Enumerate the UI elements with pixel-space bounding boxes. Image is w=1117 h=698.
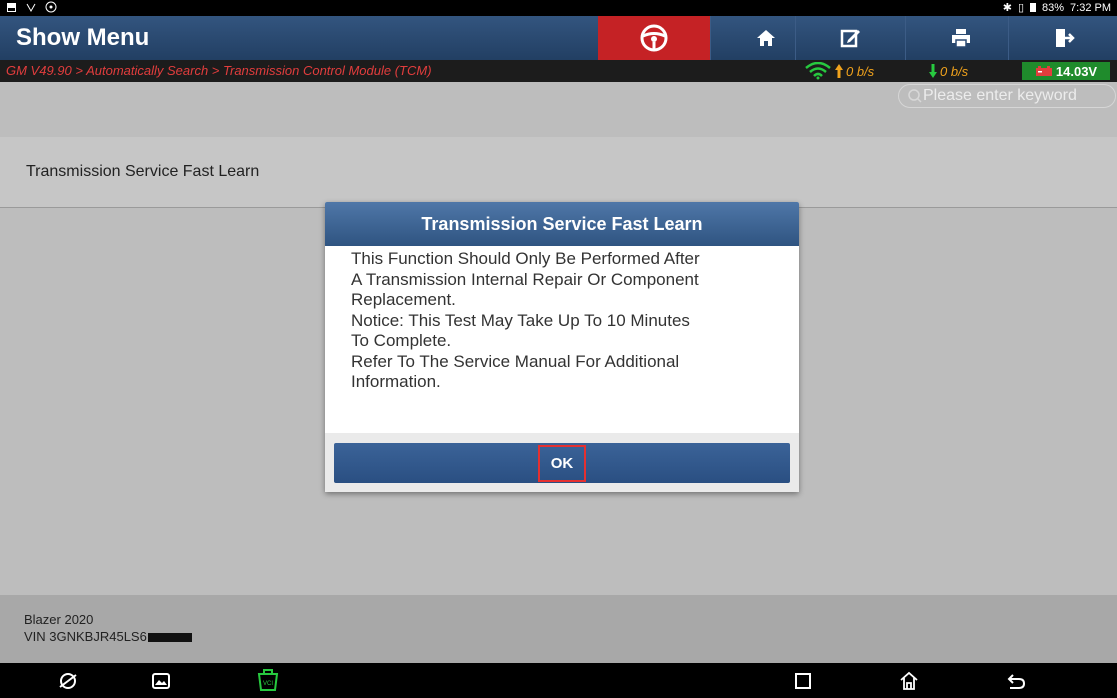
search-icon bbox=[908, 89, 922, 103]
vin-redaction bbox=[147, 633, 192, 643]
voltage-badge: 14.03V bbox=[1022, 62, 1110, 80]
dialog-message: This Function Should Only Be Performed A… bbox=[351, 249, 781, 393]
battery-icon bbox=[1030, 3, 1036, 12]
upload-rate-value: 0 b/s bbox=[846, 63, 875, 79]
gallery-notification-icon bbox=[7, 2, 16, 12]
search-strip: Please enter keyword bbox=[0, 82, 1117, 137]
list-item[interactable]: Transmission Service Fast Learn bbox=[0, 137, 1117, 208]
gallery-button[interactable] bbox=[141, 663, 181, 698]
usb-notification-icon bbox=[26, 3, 36, 12]
dialog-title: Transmission Service Fast Learn bbox=[325, 202, 799, 246]
vin-text: VIN 3GNKBJR45LS6 bbox=[24, 629, 147, 644]
dialog-message-line: To Complete. bbox=[351, 331, 452, 350]
svg-text:VCI: VCI bbox=[263, 681, 273, 687]
home-nav-button[interactable] bbox=[889, 663, 929, 698]
steering-wheel-icon bbox=[640, 24, 668, 52]
dialog-message-line: A Transmission Internal Repair Or Compon… bbox=[351, 269, 699, 289]
system-nav-bar: VCI bbox=[0, 663, 1117, 698]
dialog-message-line: This Function Should Only Be Performed A… bbox=[351, 249, 700, 268]
download-rate: 0 b/s bbox=[928, 60, 968, 82]
edit-button[interactable] bbox=[795, 16, 906, 60]
list-item-label: Transmission Service Fast Learn bbox=[26, 163, 260, 180]
status-bar: ✱ ▯ 83% 7:32 PM bbox=[0, 0, 1117, 16]
print-icon bbox=[952, 29, 970, 48]
breadcrumb: GM V49.90 > Automatically Search > Trans… bbox=[6, 63, 432, 78]
clock: 7:32 PM bbox=[1070, 1, 1111, 14]
battery-percent: 83% bbox=[1042, 1, 1065, 14]
home-nav-icon bbox=[900, 671, 918, 690]
download-arrow-icon bbox=[929, 64, 937, 78]
dialog-message-line: Refer To The Service Manual For Addition… bbox=[351, 351, 680, 371]
vci-button[interactable]: VCI bbox=[248, 663, 288, 698]
dialog-footer: OK bbox=[325, 433, 799, 492]
vehicle-vin: VIN 3GNKBJR45LS6 bbox=[24, 629, 192, 644]
search-placeholder: Please enter keyword bbox=[923, 87, 1077, 104]
vehicle-model: Blazer 2020 bbox=[24, 612, 94, 627]
wifi-icon bbox=[805, 62, 831, 80]
page-title: Show Menu bbox=[16, 24, 150, 51]
car-battery-icon bbox=[1035, 65, 1052, 76]
browser-button[interactable] bbox=[48, 663, 88, 698]
browser-icon bbox=[59, 672, 77, 689]
exit-icon bbox=[1055, 29, 1075, 47]
upload-arrow-icon bbox=[835, 64, 843, 78]
exit-button[interactable] bbox=[1008, 16, 1117, 60]
vci-icon: VCI bbox=[257, 668, 279, 691]
voltage-value: 14.03V bbox=[1055, 63, 1098, 79]
recents-button[interactable] bbox=[783, 663, 823, 698]
search-input[interactable]: Please enter keyword bbox=[898, 84, 1116, 108]
status-icons-left bbox=[6, 1, 57, 13]
dialog-message-line: Replacement. bbox=[351, 290, 456, 309]
status-icons-right: ✱ ▯ 83% 7:32 PM bbox=[1002, 1, 1111, 15]
home-icon bbox=[757, 30, 775, 46]
steering-wheel-button[interactable] bbox=[598, 16, 710, 60]
print-button[interactable] bbox=[905, 16, 1016, 60]
dialog-message-line: Notice: This Test May Take Up To 10 Minu… bbox=[351, 310, 690, 330]
edit-icon bbox=[840, 29, 860, 48]
gallery-icon bbox=[152, 672, 170, 689]
bluetooth-icon: ✱ bbox=[1002, 2, 1012, 14]
download-rate-value: 0 b/s bbox=[940, 63, 969, 79]
upload-rate: 0 b/s bbox=[804, 60, 874, 82]
recents-icon bbox=[795, 672, 811, 689]
vehicle-info-footer: Blazer 2020 VIN 3GNKBJR45LS6 bbox=[0, 595, 1117, 663]
dialog-message-line: Information. bbox=[351, 372, 441, 391]
confirmation-dialog: Transmission Service Fast Learn This Fun… bbox=[325, 202, 799, 492]
vibrate-icon: ▯ bbox=[1017, 2, 1024, 14]
ok-button[interactable]: OK bbox=[334, 443, 790, 483]
accessibility-icon bbox=[45, 1, 57, 13]
back-icon bbox=[1007, 673, 1026, 689]
back-button[interactable] bbox=[996, 663, 1036, 698]
ok-button-label: OK bbox=[537, 444, 587, 482]
